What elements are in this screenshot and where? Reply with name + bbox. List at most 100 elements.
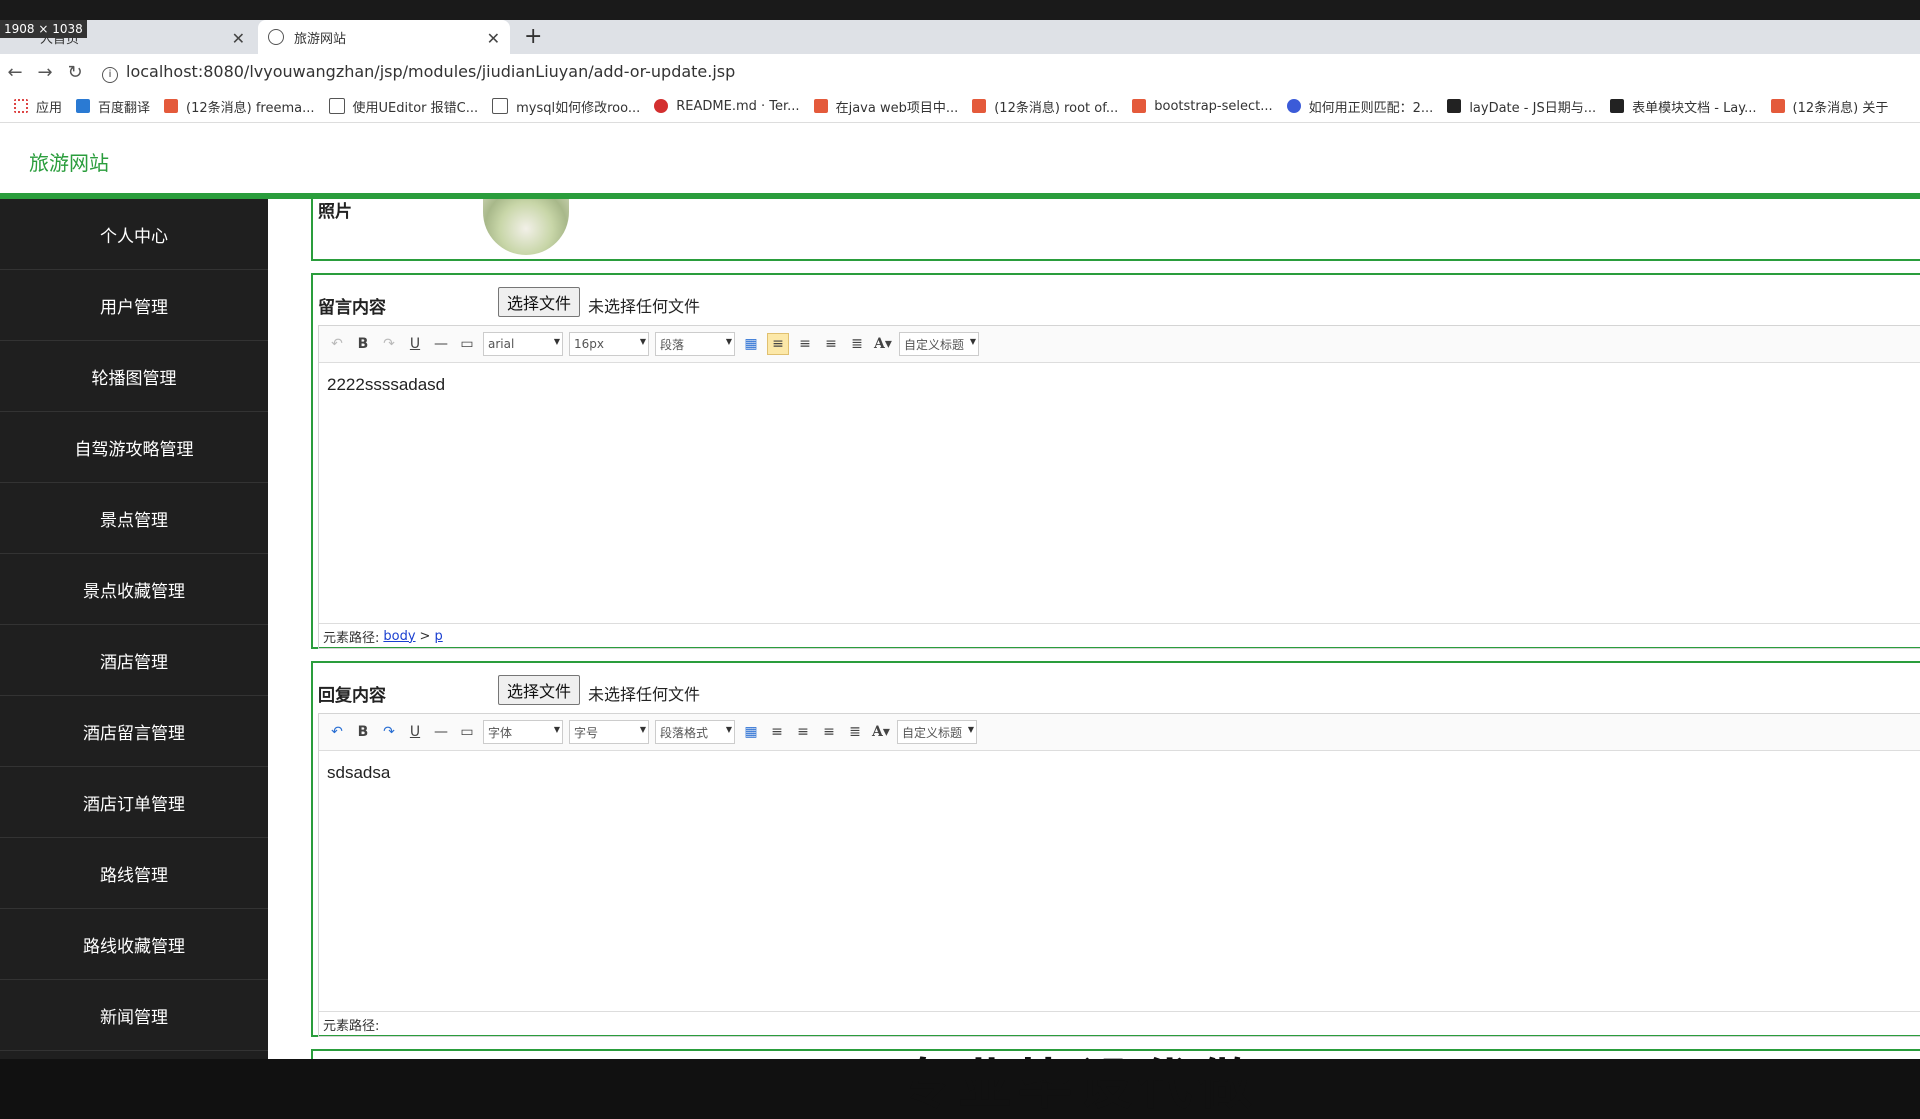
sidebar-item-hotel-orders[interactable]: 酒店订单管理 (0, 767, 268, 838)
bookmark-label: 在java web项目中... (835, 100, 959, 116)
bold-icon[interactable]: B (353, 334, 373, 354)
redo-icon[interactable]: ↷ (379, 722, 399, 742)
bookmark-item[interactable]: (12条消息) root of... (972, 97, 1118, 116)
link-icon (328, 98, 345, 114)
sidebar-item-label: 用户管理 (100, 297, 168, 318)
sidebar-item-route-favorites[interactable]: 路线收藏管理 (0, 909, 268, 980)
message-content[interactable]: 2222ssssadasd (319, 363, 1920, 633)
close-icon[interactable]: ✕ (232, 29, 245, 48)
reload-icon[interactable]: ↻ (60, 62, 90, 83)
bookmark-label: bootstrap-select... (1154, 98, 1273, 114)
align-center-icon[interactable]: ≡ (819, 722, 839, 742)
sidebar-item-news[interactable]: 新闻管理 (0, 980, 268, 1051)
editor-toolbar: ↶ B ↷ U — ▭ 字体 ▼ 字号 ▼ 段落格式 ▼ ▦ ≡ ≡ ≡ ≣ A▾ 自… (319, 714, 1920, 751)
bookmark-item[interactable]: README.md · Ter... (654, 99, 800, 114)
shield-icon (268, 29, 284, 45)
custom-title-select[interactable]: 自定义标题 ▼ (897, 720, 977, 744)
underline-icon[interactable]: U (405, 722, 425, 742)
table-icon[interactable]: ▦ (741, 722, 761, 742)
bookmark-item[interactable]: 在java web项目中... (813, 97, 959, 116)
bookmark-item[interactable]: 表单模块文档 - Lay... (1610, 97, 1757, 116)
paste-plain-icon[interactable]: ▭ (457, 334, 477, 354)
underline-icon[interactable]: U (405, 334, 425, 354)
baidu-paw-icon (1286, 99, 1301, 113)
tab-travel-site[interactable]: 旅游网站 ✕ (258, 20, 510, 54)
font-color-icon[interactable]: A▾ (873, 334, 893, 354)
redo-icon[interactable]: ↷ (379, 334, 399, 354)
bookmark-item[interactable]: layDate - JS日期与... (1447, 97, 1596, 116)
path-body-link[interactable]: body (383, 629, 415, 644)
sidebar-item-road-trip[interactable]: 自驾游攻略管理 (0, 412, 268, 483)
url-field[interactable]: i localhost:8080/lvyouwangzhan/jsp/module… (102, 62, 735, 83)
message-file-button[interactable]: 选择文件 (498, 287, 581, 317)
align-justify-icon[interactable]: ≣ (847, 334, 867, 354)
sidebar-item-hotel-messages[interactable]: 酒店留言管理 (0, 696, 268, 767)
bookmark-item[interactable]: (12条消息) freema... (164, 97, 315, 116)
chevron-down-icon: ▼ (967, 725, 974, 734)
align-right-icon[interactable]: ≡ (793, 722, 813, 742)
new-tab-button[interactable]: + (524, 24, 542, 49)
custom-title-select[interactable]: 自定义标题 ▼ (899, 332, 979, 356)
forward-arrow-icon[interactable]: → (30, 62, 60, 83)
font-size-value: 字号 (574, 725, 599, 740)
sidebar-item-routes[interactable]: 路线管理 (0, 838, 268, 909)
csdn-icon (1770, 99, 1785, 113)
align-center-icon[interactable]: ≡ (821, 334, 841, 354)
undo-icon[interactable]: ↶ (327, 722, 347, 742)
sidebar-item-attractions[interactable]: 景点管理 (0, 483, 268, 554)
csdn-icon (164, 99, 179, 113)
apps-grid-icon (14, 99, 28, 113)
align-left-icon[interactable]: ≡ (767, 722, 787, 742)
reply-content[interactable]: sdsadsa (319, 751, 1920, 1021)
element-path: 元素路径: (319, 1011, 1920, 1036)
font-family-select[interactable]: 字体 ▼ (483, 720, 563, 744)
font-family-select[interactable]: arial ▼ (483, 332, 563, 356)
back-arrow-icon[interactable]: ← (0, 62, 30, 83)
sidebar-item-label: 个人中心 (100, 226, 168, 247)
bookmark-item[interactable]: (12条消息) 关于 (1770, 97, 1888, 116)
align-left-icon[interactable]: ≡ (767, 333, 789, 355)
photo-image (483, 199, 569, 255)
gitee-icon (654, 99, 669, 113)
horizontal-rule-icon[interactable]: — (431, 334, 451, 354)
paragraph-value: 段落 (660, 337, 685, 352)
path-p-link[interactable]: p (434, 629, 442, 644)
paragraph-select[interactable]: 段落 ▼ (655, 332, 735, 356)
bookmark-item[interactable]: 如何用正则匹配：2... (1286, 97, 1433, 116)
bookmark-item[interactable]: 使用UEditor 报错C... (328, 97, 478, 116)
close-icon[interactable]: ✕ (487, 29, 500, 48)
bookmark-item[interactable]: bootstrap-select... (1132, 98, 1273, 114)
sidebar-item-label: 景点管理 (100, 510, 168, 531)
bookmark-item[interactable]: mysql如何修改roo... (492, 97, 640, 116)
horizontal-rule-icon[interactable]: — (431, 722, 451, 742)
align-right-icon[interactable]: ≡ (795, 334, 815, 354)
sidebar-item-label: 轮播图管理 (91, 368, 177, 389)
sidebar-item-carousel[interactable]: 轮播图管理 (0, 341, 268, 412)
font-color-icon[interactable]: A▾ (871, 722, 891, 742)
bookmark-apps[interactable]: 应用 (14, 97, 62, 116)
site-brand[interactable]: 旅游网站 (29, 147, 109, 176)
chevron-down-icon: ▼ (553, 337, 560, 346)
undo-icon[interactable]: ↶ (327, 334, 347, 354)
reply-file-button[interactable]: 选择文件 (498, 675, 581, 705)
table-icon[interactable]: ▦ (741, 334, 761, 354)
bookmarks-bar: 应用 百度翻译 (12条消息) freema... 使用UEditor 报错C.… (0, 90, 1920, 123)
sidebar-item-attraction-favorites[interactable]: 景点收藏管理 (0, 554, 268, 625)
sidebar-item-hotels[interactable]: 酒店管理 (0, 625, 268, 696)
paragraph-select[interactable]: 段落格式 ▼ (655, 720, 735, 744)
sidebar-item-label: 酒店订单管理 (83, 794, 185, 815)
url-text: localhost:8080/lvyouwangzhan/jsp/modules… (126, 61, 736, 81)
link-icon (492, 98, 509, 114)
font-size-select[interactable]: 字号 ▼ (569, 720, 649, 744)
bookmark-item[interactable]: 百度翻译 (76, 97, 150, 116)
bold-icon[interactable]: B (353, 722, 373, 742)
sidebar-item-personal-center[interactable]: 个人中心 (0, 199, 268, 270)
info-icon[interactable]: i (102, 66, 118, 83)
align-justify-icon[interactable]: ≣ (845, 722, 865, 742)
paste-plain-icon[interactable]: ▭ (457, 722, 477, 742)
reply-panel: 回复内容 选择文件 未选择任何文件 ↶ B ↷ U — ▭ 字体 ▼ 字号 ▼ 段落… (311, 661, 1920, 1037)
font-size-select[interactable]: 16px ▼ (569, 332, 649, 356)
translate-icon (76, 99, 91, 113)
sidebar-item-users[interactable]: 用户管理 (0, 270, 268, 341)
bookmark-label: (12条消息) freema... (186, 100, 315, 116)
